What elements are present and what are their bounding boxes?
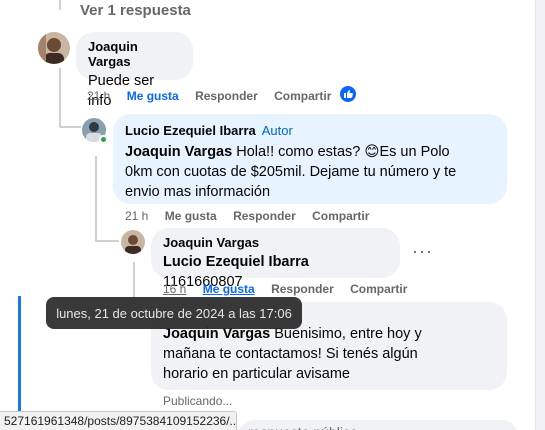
status-url-bar: 527161961348/posts/8975384109152236/... bbox=[0, 411, 237, 430]
avatar[interactable] bbox=[121, 230, 145, 254]
thread-line bbox=[59, 126, 81, 128]
author-badge: Autor bbox=[261, 123, 293, 138]
reply-input[interactable]: respuesta pública bbox=[238, 420, 518, 430]
share-button[interactable]: Compartir bbox=[312, 209, 369, 223]
comment-text-line: 0km con cuotas de $205mil. Dejame tu núm… bbox=[125, 164, 457, 180]
thread-line bbox=[95, 156, 97, 242]
view-replies-link[interactable]: Ver 1 respuesta bbox=[80, 2, 191, 19]
comment-text-line: mañana te contactamos! Si tenés algún bbox=[163, 346, 418, 362]
scrollbar[interactable] bbox=[535, 0, 545, 430]
share-button[interactable]: Compartir bbox=[274, 89, 331, 103]
reply-button[interactable]: Responder bbox=[195, 89, 258, 103]
comment-text-line: horario en particular avisame bbox=[163, 366, 350, 382]
comment-author[interactable]: Joaquin Vargas bbox=[163, 235, 388, 250]
thread-line bbox=[59, 68, 61, 126]
right-gap bbox=[519, 0, 535, 430]
like-button[interactable]: Me gusta bbox=[203, 282, 255, 296]
comment-bubble: Joaquin Vargas Lucio Ezequiel Ibarra 116… bbox=[151, 228, 400, 290]
comment-author[interactable]: Joaquin Vargas bbox=[88, 39, 181, 69]
comment-time[interactable]: 16 h bbox=[163, 282, 186, 296]
comment-bubble: Joaquin Vargas Puede ser info bbox=[76, 32, 193, 109]
comment-text: Joaquin Vargas Hola!! como estas? 😊Es un… bbox=[125, 142, 495, 162]
focus-indicator bbox=[18, 296, 21, 430]
reply-button[interactable]: Responder bbox=[233, 209, 296, 223]
comment-author[interactable]: Lucio Ezequiel Ibarra bbox=[125, 123, 256, 138]
timestamp-tooltip: lunes, 21 de octubre de 2024 a las 17:06 bbox=[46, 297, 302, 329]
comment-text-line: Hola!! como estas? 😊Es un Polo bbox=[232, 144, 450, 160]
thread-line bbox=[133, 262, 135, 302]
comment-time[interactable]: 21 h bbox=[125, 209, 148, 223]
reply-button[interactable]: Responder bbox=[271, 282, 334, 296]
publishing-status: Publicando... bbox=[163, 394, 233, 408]
like-reaction-icon[interactable] bbox=[339, 85, 357, 103]
mention-link[interactable]: Lucio Ezequiel Ibarra bbox=[163, 254, 309, 270]
thread-line bbox=[59, 0, 61, 10]
online-status-dot bbox=[99, 135, 108, 144]
comment-actions: 16 h Me gusta Responder Compartir bbox=[163, 282, 420, 296]
thread-line bbox=[95, 240, 119, 242]
like-button[interactable]: Me gusta bbox=[127, 89, 179, 103]
comment-bubble: Lucio Ezequiel Ibarra Autor Joaquin Varga… bbox=[113, 114, 507, 204]
avatar[interactable] bbox=[38, 32, 70, 64]
comment-actions: 21 h Me gusta Responder Compartir bbox=[87, 89, 344, 103]
share-button[interactable]: Compartir bbox=[350, 282, 407, 296]
like-button[interactable]: Me gusta bbox=[165, 209, 217, 223]
comment-time[interactable]: 21 h bbox=[87, 89, 110, 103]
more-options-icon[interactable]: ··· bbox=[412, 241, 433, 262]
comment-text-line: envio mas información bbox=[125, 184, 271, 200]
mention-link[interactable]: Joaquin Vargas bbox=[125, 144, 232, 160]
comment-actions: 21 h Me gusta Responder Compartir bbox=[125, 209, 382, 223]
